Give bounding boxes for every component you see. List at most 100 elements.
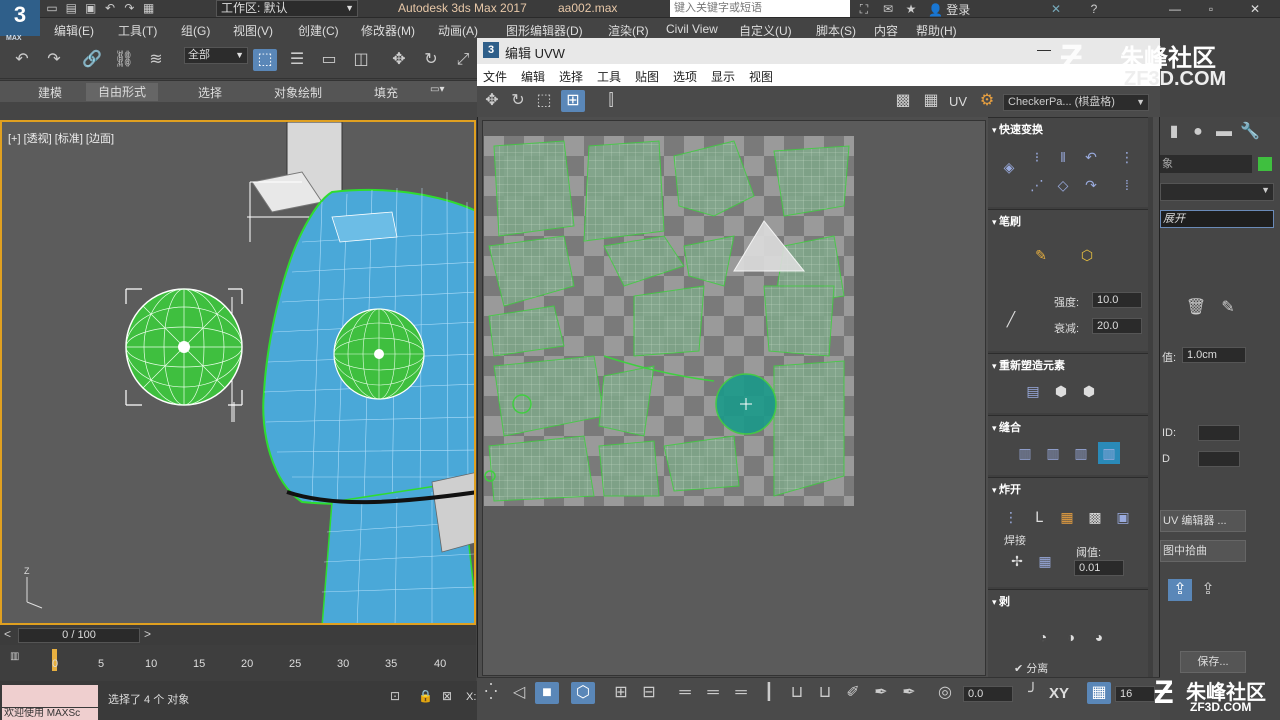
d-input[interactable] [1198, 451, 1240, 467]
value-input[interactable]: 1.0cm [1182, 347, 1246, 363]
app-logo[interactable]: 3 MAX [0, 0, 40, 42]
break-icon[interactable]: ⋮ [1000, 506, 1022, 528]
brush-icon[interactable]: ✐ [841, 682, 865, 704]
menu-graph-editors[interactable]: 图形编辑器(D) [506, 22, 583, 39]
select-face-icon[interactable]: ■ [535, 682, 559, 704]
search-input[interactable]: 键入关键字或短语 [670, 0, 850, 17]
undo-icon[interactable]: ↶ [102, 1, 118, 15]
workspace-dropdown[interactable]: 工作区: 默认 ▼ [216, 0, 358, 17]
menu-modifiers[interactable]: 修改器(M) [361, 22, 415, 39]
object-color-swatch[interactable] [1258, 157, 1272, 171]
checker-icon[interactable]: ▦ [919, 90, 943, 112]
section-title[interactable]: 快速变换 [992, 121, 1043, 137]
rotation-input[interactable]: 0.0 [963, 686, 1013, 702]
load-up-icon[interactable]: ⇪ [1168, 579, 1192, 601]
flatten-by-material-icon[interactable]: ▩ [1084, 506, 1106, 528]
uvw-menu-options[interactable]: 选项 [673, 68, 697, 85]
peel-mode-icon[interactable]: ◑ [1060, 626, 1082, 648]
uvw-menu-display[interactable]: 显示 [711, 68, 735, 85]
select-object-icon[interactable]: ⬚ [253, 49, 277, 71]
hierarchy-tab-icon[interactable]: ▬ [1212, 121, 1236, 143]
open-file-icon[interactable]: ▤ [63, 1, 79, 15]
object-name-field[interactable]: 象 [1160, 155, 1252, 173]
menu-tools[interactable]: 工具(T) [118, 22, 157, 39]
loop-icon[interactable]: ═ [673, 682, 697, 704]
uvw-menu-tools[interactable]: 工具 [597, 68, 621, 85]
save-file-icon[interactable]: ▣ [83, 1, 99, 15]
rotate-cw-icon[interactable]: ↷ [1080, 174, 1102, 196]
select-vertex-icon[interactable]: ⁛ [479, 682, 503, 704]
menu-customize[interactable]: 自定义(U) [739, 22, 792, 39]
rotate-icon[interactable]: ↻ [506, 90, 530, 112]
tab-modeling[interactable]: 建模 [38, 84, 62, 101]
select-edge-icon[interactable]: ◁ [507, 682, 531, 704]
paint-move-icon[interactable]: ✎ [1030, 244, 1052, 266]
align-grid-icon[interactable]: ⋰ [1026, 174, 1048, 196]
falloff-input[interactable]: 20.0 [1092, 318, 1142, 334]
uv-label[interactable]: UV [949, 94, 967, 109]
section-title[interactable]: 缝合 [992, 419, 1021, 435]
maxscript-listener[interactable] [2, 685, 98, 707]
threshold-input[interactable]: 0.01 [1074, 560, 1124, 576]
uvw-menu-view[interactable]: 视图 [749, 68, 773, 85]
settings-icon[interactable]: ⚙ [975, 90, 999, 112]
relax-until-flat-icon[interactable]: ⬢ [1078, 380, 1100, 402]
undo-icon[interactable]: ↶ [10, 49, 34, 71]
space-horizontal-icon[interactable]: ‖ [1052, 146, 1074, 168]
show-map-icon[interactable]: ▩ [891, 90, 915, 112]
weld-target-icon[interactable]: ✢ [1006, 550, 1028, 572]
menu-animation[interactable]: 动画(A) [438, 22, 478, 39]
section-title[interactable]: 炸开 [992, 481, 1021, 497]
menu-create[interactable]: 创建(C) [298, 22, 339, 39]
restore-button[interactable]: ▫ [1196, 0, 1226, 18]
edge-select-icon[interactable]: ═ [729, 682, 753, 704]
save-button[interactable]: 保存... [1180, 651, 1246, 673]
tab-object-paint[interactable]: 对象绘制 [274, 84, 322, 101]
relax-icon[interactable]: ⬢ [1050, 380, 1072, 402]
menu-civil-view[interactable]: Civil View [666, 22, 718, 36]
align-center-icon[interactable]: ◇ [1052, 174, 1074, 196]
prev-frame-icon[interactable]: < [4, 627, 11, 641]
unload-icon[interactable]: ⇪ [1196, 579, 1220, 601]
rotate-icon[interactable]: ↻ [419, 49, 443, 71]
modifier-list-dropdown[interactable]: ▼ [1160, 183, 1274, 201]
redo-icon[interactable]: ↷ [121, 1, 137, 15]
project-icon[interactable]: ▦ [141, 1, 157, 15]
uvw-menu-mapping[interactable]: 贴图 [635, 68, 659, 85]
track-bar-icon[interactable]: ▥ [10, 651, 19, 662]
detach-edge-icon[interactable]: ᒪ [1028, 506, 1050, 528]
pin-icon[interactable]: ┃ [757, 682, 781, 704]
link-icon[interactable]: 🔗 [80, 49, 104, 71]
texture-dropdown[interactable]: CheckerPa... (棋盘格) ▼ [1003, 94, 1149, 111]
xy-toggle[interactable]: XY [1049, 685, 1069, 702]
window-crossing-icon[interactable]: ◫ [349, 49, 373, 71]
minimize-button[interactable]: — [1037, 41, 1051, 57]
perspective-viewport[interactable]: Z [+] [透视] [标准] [边面] [0, 120, 476, 625]
next-frame-icon[interactable]: > [144, 627, 151, 641]
favorites-star-icon[interactable]: ★ [903, 2, 919, 16]
transform-mode-icon[interactable]: ⊠ [442, 689, 452, 703]
tab-freeform[interactable]: 自由形式 [86, 83, 159, 101]
straighten-icon[interactable]: ▤ [1022, 380, 1044, 402]
edit-uvw-titlebar[interactable]: 3 编辑 UVW — [477, 38, 1160, 64]
lock-icon[interactable]: 🔒 [418, 689, 433, 703]
exchange-icon[interactable]: ✕ [1048, 2, 1064, 16]
menu-scripting[interactable]: 脚本(S) [816, 22, 856, 39]
modifier-stack-item[interactable]: 展开 [1160, 210, 1274, 228]
infocenter-icon[interactable]: ✉ [880, 2, 896, 16]
paint-select-icon[interactable]: ⊔ [813, 682, 837, 704]
bind-spacewarp-icon[interactable]: ≋ [144, 49, 168, 71]
space-vertical-icon[interactable]: ⁞ [1116, 174, 1138, 196]
selection-filter-dropdown[interactable]: 全部 ▼ [184, 47, 248, 64]
freeform-icon[interactable]: ⊞ [561, 90, 585, 112]
detach-checkbox[interactable]: ✔ 分离 [1014, 660, 1048, 676]
id-input[interactable] [1198, 425, 1240, 441]
tab-populate[interactable]: 填充 [374, 84, 398, 101]
mirror-icon[interactable]: ⫿ [599, 90, 623, 112]
stitch-to-target-icon[interactable]: ▥ [1014, 442, 1036, 464]
menu-content[interactable]: 内容 [874, 22, 898, 39]
pivot-icon[interactable]: ◈ [998, 156, 1020, 178]
strength-input[interactable]: 10.0 [1092, 292, 1142, 308]
shrink-selection-icon[interactable]: ⊟ [637, 682, 661, 704]
tab-selection[interactable]: 选择 [198, 84, 222, 101]
